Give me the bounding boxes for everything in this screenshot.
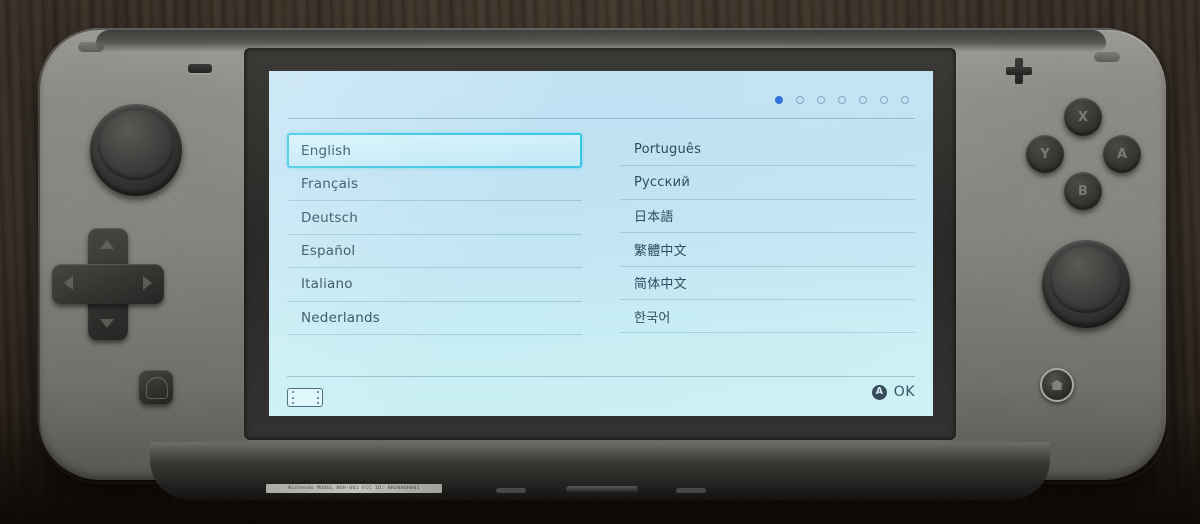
speaker-right	[676, 488, 706, 493]
language-list: English Français Deutsch Español Italian…	[287, 133, 915, 368]
language-option-deutsch[interactable]: Deutsch	[287, 201, 582, 235]
right-shoulder-button[interactable]	[1094, 52, 1120, 62]
x-button[interactable]: X	[1064, 98, 1102, 136]
language-option-traditional-chinese[interactable]: 繁體中文	[620, 233, 915, 267]
language-label: 한국어	[634, 310, 671, 326]
regulatory-label: Nintendo MODEL HDH-001 FCC ID: BKENHDH00…	[266, 484, 442, 493]
language-label: 简体中文	[634, 277, 687, 293]
page-dot-7[interactable]	[901, 96, 909, 104]
home-icon	[1050, 380, 1064, 390]
confirm-hint[interactable]: A OK	[871, 384, 915, 400]
language-column-right: Português Русский 日本語 繁體中文 简体中文 한국어	[600, 133, 915, 368]
language-option-english[interactable]: English	[287, 133, 582, 168]
language-option-korean[interactable]: 한국어	[620, 300, 915, 334]
minus-button[interactable]	[188, 64, 212, 73]
usb-c-port[interactable]	[566, 486, 638, 493]
page-dot-2[interactable]	[796, 96, 804, 104]
language-option-russian[interactable]: Русский	[620, 166, 915, 200]
lcd-screen: English Français Deutsch Español Italian…	[269, 71, 933, 416]
language-select-page: English Français Deutsch Español Italian…	[269, 71, 933, 416]
right-analog-stick[interactable]	[1042, 240, 1130, 328]
switch-console-icon	[287, 388, 323, 407]
language-label: Русский	[634, 175, 690, 191]
dpad-left-icon	[64, 276, 73, 290]
dpad-right-icon	[143, 276, 152, 290]
language-option-nederlands[interactable]: Nederlands	[287, 302, 582, 335]
language-label: English	[301, 142, 352, 159]
footer-divider	[287, 376, 915, 377]
page-dot-5[interactable]	[859, 96, 867, 104]
dpad[interactable]	[52, 228, 164, 340]
header-divider	[287, 118, 915, 119]
ok-label: OK	[893, 384, 915, 400]
a-button[interactable]: A	[1103, 135, 1141, 173]
language-label: Italiano	[301, 276, 353, 293]
language-option-italiano[interactable]: Italiano	[287, 268, 582, 302]
language-label: Português	[634, 141, 702, 157]
language-label: Español	[301, 242, 356, 259]
left-shoulder-button[interactable]	[78, 42, 104, 52]
dpad-up-icon	[100, 240, 114, 249]
language-option-japanese[interactable]: 日本語	[620, 200, 915, 234]
joycon-right-glyph	[315, 390, 321, 405]
y-button[interactable]: Y	[1026, 135, 1064, 173]
a-button-icon: A	[871, 384, 887, 400]
speaker-left	[496, 488, 526, 493]
language-label: Nederlands	[301, 309, 381, 326]
language-column-left: English Français Deutsch Español Italian…	[287, 133, 600, 368]
language-option-portugues[interactable]: Português	[620, 133, 915, 167]
page-indicator	[775, 96, 909, 104]
language-option-espanol[interactable]: Español	[287, 235, 582, 269]
language-option-simplified-chinese[interactable]: 简体中文	[620, 267, 915, 300]
capture-button[interactable]	[139, 370, 173, 404]
joycon-left-glyph	[290, 390, 296, 405]
language-label: Deutsch	[301, 209, 358, 226]
screenshot-root: English Français Deutsch Español Italian…	[0, 0, 1200, 524]
left-analog-stick[interactable]	[90, 104, 182, 196]
dpad-down-icon	[100, 319, 114, 328]
language-option-francais[interactable]: Français	[287, 168, 582, 202]
language-label: 繁體中文	[634, 243, 687, 259]
home-button[interactable]	[1040, 368, 1074, 402]
page-dot-3[interactable]	[817, 96, 825, 104]
screen-footer: A OK	[287, 384, 915, 412]
page-dot-4[interactable]	[838, 96, 846, 104]
plus-button[interactable]	[1006, 58, 1032, 84]
page-dot-6[interactable]	[880, 96, 888, 104]
language-label: 日本語	[634, 210, 674, 226]
b-button[interactable]: B	[1064, 172, 1102, 210]
language-label: Français	[301, 176, 359, 193]
page-dot-1[interactable]	[775, 96, 783, 104]
